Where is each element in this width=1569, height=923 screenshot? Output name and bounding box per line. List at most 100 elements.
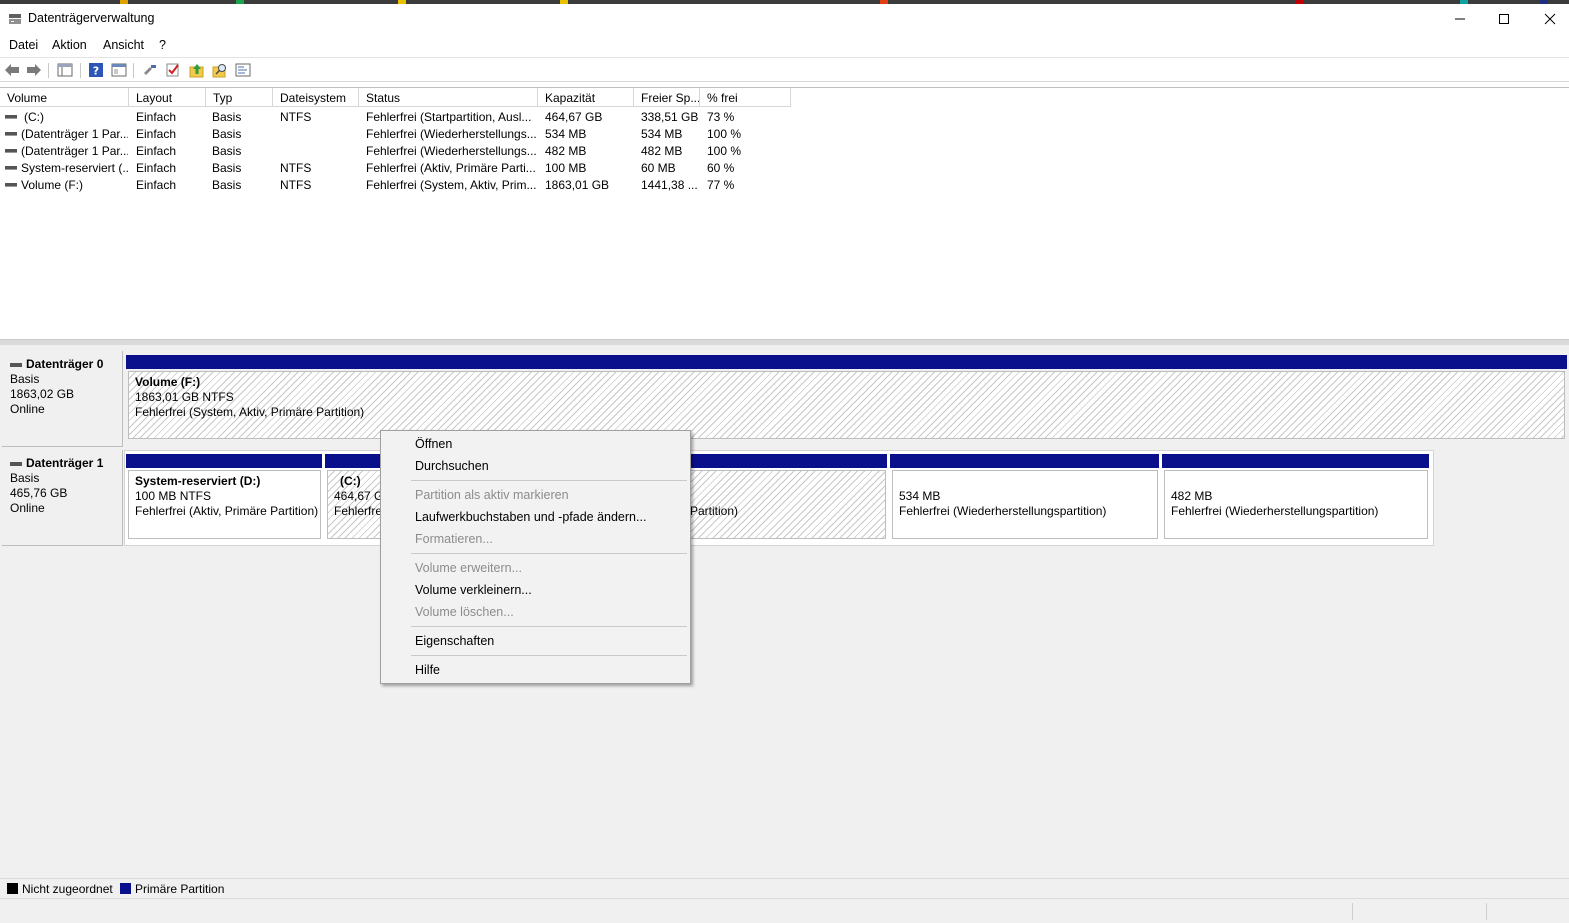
- cell-freier-speicher: 338,51 GB: [641, 110, 699, 124]
- column-header-status[interactable]: Status: [359, 88, 538, 107]
- partition-size: 534 MB: [899, 489, 941, 503]
- disk-1-info[interactable]: Datenträger 1 Basis 465,76 GB Online: [2, 450, 123, 546]
- cell-volume: (Datenträger 1 Par...: [21, 144, 128, 158]
- menu-item-delete-volume[interactable]: Volume löschen...: [415, 605, 514, 619]
- menu-help[interactable]: ?: [159, 38, 166, 52]
- menu-item-extend-volume[interactable]: Volume erweitern...: [415, 561, 522, 575]
- menu-separator: [411, 655, 687, 656]
- search-folder-icon: [212, 64, 226, 78]
- search-folder-button[interactable]: [211, 61, 229, 79]
- cell-typ: Basis: [212, 127, 242, 141]
- column-header-prozent-frei[interactable]: % frei: [700, 88, 791, 107]
- volume-icon: [5, 183, 17, 187]
- table-row[interactable]: System-reserviert (... Einfach Basis NTF…: [0, 159, 790, 176]
- connect-button[interactable]: [141, 61, 159, 79]
- menu-item-durchsuchen[interactable]: Durchsuchen: [415, 459, 489, 473]
- column-header-dateisystem[interactable]: Dateisystem: [273, 88, 359, 107]
- column-header-volume[interactable]: Volume: [0, 88, 129, 107]
- disk-0-type: Basis: [10, 372, 40, 386]
- back-arrow-icon: [5, 64, 19, 76]
- volume-icon: [5, 132, 17, 136]
- maximize-button[interactable]: [1481, 4, 1527, 34]
- menu-item-help[interactable]: Hilfe: [415, 663, 440, 677]
- partition-size: 100 MB NTFS: [135, 489, 212, 503]
- console-view-button[interactable]: [110, 61, 128, 79]
- disk-0-name: Datenträger 0: [26, 357, 104, 371]
- legend-primary-label: Primäre Partition: [135, 882, 225, 896]
- properties-icon: [235, 63, 251, 77]
- cell-status: Fehlerfrei (Startpartition, Ausl...: [366, 110, 532, 124]
- legend-unallocated-swatch: [7, 883, 18, 894]
- close-button[interactable]: [1527, 4, 1569, 34]
- help-button[interactable]: ?: [87, 61, 105, 79]
- folder-up-button[interactable]: [188, 61, 206, 79]
- disk-graph-pane: Datenträger 0 Basis 1863,02 GB Online Vo…: [0, 345, 1569, 878]
- partition-volume-f[interactable]: Volume (F:) 1863,01 GB NTFS Fehlerfrei (…: [128, 371, 1565, 439]
- menu-item-change-drive-letter[interactable]: Laufwerkbuchstaben und -pfade ändern...: [415, 510, 646, 524]
- cell-status: Fehlerfrei (System, Aktiv, Prim...: [366, 178, 536, 192]
- column-header-freier-speicher[interactable]: Freier Sp...: [634, 88, 700, 107]
- disk-icon: [10, 362, 22, 367]
- menu-item-oeffnen[interactable]: Öffnen: [415, 437, 452, 451]
- disk-1-type: Basis: [10, 471, 40, 485]
- partition-recovery-534[interactable]: 534 MB Fehlerfrei (Wiederherstellungspar…: [892, 470, 1158, 539]
- volume-list-button[interactable]: [56, 61, 74, 79]
- cell-volume: Volume (F:): [21, 178, 84, 192]
- partition-system-reserved[interactable]: System-reserviert (D:) 100 MB NTFS Fehle…: [128, 470, 321, 539]
- cell-status: Fehlerfrei (Wiederherstellungs...: [366, 144, 536, 158]
- menu-item-format[interactable]: Formatieren...: [415, 532, 493, 546]
- partition-recovery-482[interactable]: 482 MB Fehlerfrei (Wiederherstellungspar…: [1164, 470, 1428, 539]
- disk-0-info[interactable]: Datenträger 0 Basis 1863,02 GB Online: [2, 351, 123, 447]
- disk-1-size: 465,76 GB: [10, 486, 68, 500]
- column-header-typ[interactable]: Typ: [206, 88, 273, 107]
- cell-status: Fehlerfrei (Wiederherstellungs...: [366, 127, 536, 141]
- cell-kapazitaet: 1863,01 GB: [545, 178, 610, 192]
- table-row[interactable]: (C:) Einfach Basis NTFS Fehlerfrei (Star…: [0, 108, 790, 125]
- column-header-layout[interactable]: Layout: [129, 88, 206, 107]
- toolbar: ?: [0, 57, 1569, 82]
- disk-1-state: Online: [10, 501, 45, 515]
- cell-status: Fehlerfrei (Aktiv, Primäre Parti...: [366, 161, 536, 175]
- back-button[interactable]: [3, 61, 21, 79]
- table-row[interactable]: (Datenträger 1 Par... Einfach Basis Fehl…: [0, 125, 790, 142]
- menu-item-mark-active[interactable]: Partition als aktiv markieren: [415, 488, 569, 502]
- cell-layout: Einfach: [136, 144, 177, 158]
- legend-primary-swatch: [120, 883, 131, 894]
- volume-list-icon: [57, 63, 73, 77]
- menu-aktion[interactable]: Aktion: [52, 38, 87, 52]
- cell-typ: Basis: [212, 178, 242, 192]
- partition-size: 1863,01 GB NTFS: [135, 390, 234, 404]
- cell-dateisystem: NTFS: [280, 161, 312, 175]
- cell-prozent-frei: 100 %: [707, 127, 742, 141]
- menu-item-shrink-volume[interactable]: Volume verkleinern...: [415, 583, 532, 597]
- table-row[interactable]: (Datenträger 1 Par... Einfach Basis Fehl…: [0, 142, 790, 159]
- disk-management-icon: [9, 14, 21, 24]
- partition-status: Fehlerfrei (Wiederherstellungspartition): [899, 504, 1107, 518]
- partition-name: Volume (F:): [135, 375, 201, 389]
- disk-1-title: Datenträger 1: [10, 456, 122, 471]
- forward-arrow-icon: [27, 64, 41, 76]
- forward-button[interactable]: [25, 61, 43, 79]
- cell-freier-speicher: 482 MB: [641, 144, 683, 158]
- table-row[interactable]: Volume (F:) Einfach Basis NTFS Fehlerfre…: [0, 176, 790, 193]
- column-header-kapazitaet[interactable]: Kapazität: [538, 88, 634, 107]
- cell-typ: Basis: [212, 144, 242, 158]
- menu-item-properties[interactable]: Eigenschaften: [415, 634, 494, 648]
- volume-icon: [5, 166, 17, 170]
- cell-kapazitaet: 534 MB: [545, 127, 587, 141]
- window-title: Datenträgerverwaltung: [28, 11, 155, 25]
- svg-text:?: ?: [93, 65, 99, 78]
- disk-0-state: Online: [10, 402, 45, 416]
- menu-datei[interactable]: Datei: [9, 38, 38, 52]
- menu-ansicht[interactable]: Ansicht: [103, 38, 144, 52]
- properties-button[interactable]: [234, 61, 252, 79]
- check-icon: [166, 63, 179, 77]
- toolbar-separator: [48, 63, 49, 78]
- partition-name: System-reserviert (D:): [135, 474, 261, 488]
- minimize-button[interactable]: [1437, 4, 1483, 34]
- partition-status: Fehlerfrei (Aktiv, Primäre Partition): [135, 504, 319, 518]
- check-button[interactable]: [164, 61, 182, 79]
- partition-status: Fehlerfrei (System, Aktiv, Primäre Parti…: [135, 405, 365, 419]
- status-bar: [0, 898, 1569, 923]
- disk-1-name: Datenträger 1: [26, 456, 104, 470]
